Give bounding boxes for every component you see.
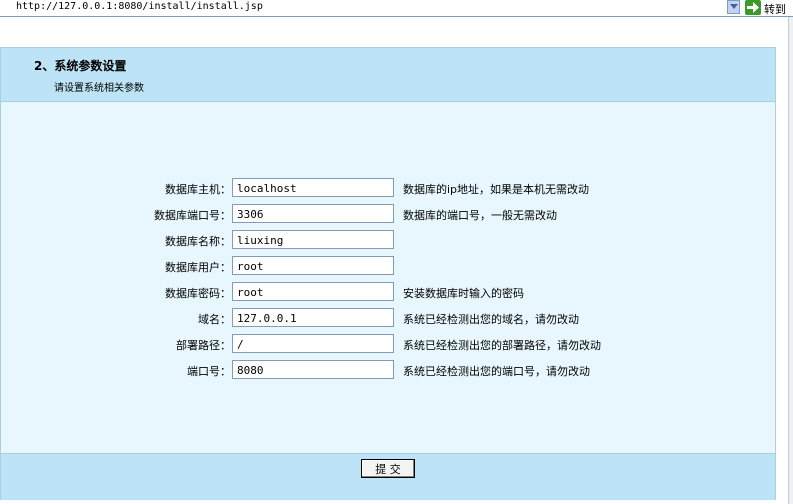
- domain-label: 域名：: [198, 313, 231, 326]
- deploy-path-input[interactable]: [232, 334, 394, 353]
- form-row-db-host: 数据库主机： 数据库的ip地址，如果是本机无需改动: [1, 178, 775, 198]
- db-port-label: 数据库端口号：: [154, 209, 231, 222]
- domain-input[interactable]: [232, 308, 394, 327]
- port-hint: 系统已经检测出您的端口号，请勿改动: [403, 365, 590, 378]
- go-label[interactable]: 转到: [764, 1, 786, 17]
- form-row-deploy-path: 部署路径： 系统已经检测出您的部署路径，请勿改动: [1, 334, 775, 354]
- go-button[interactable]: [745, 0, 761, 15]
- step-subtitle: 请设置系统相关参数: [54, 83, 144, 94]
- db-host-input[interactable]: [232, 178, 394, 197]
- port-input[interactable]: [232, 360, 394, 379]
- db-port-input[interactable]: [232, 204, 394, 223]
- vertical-scrollbar[interactable]: [788, 17, 793, 504]
- deploy-path-hint: 系统已经检测出您的部署路径，请勿改动: [403, 339, 601, 352]
- arrow-right-icon: [747, 2, 759, 13]
- port-label: 端口号：: [187, 365, 231, 378]
- address-bar: http://127.0.0.1:8080/install/install.js…: [0, 0, 793, 17]
- db-name-input[interactable]: [232, 230, 394, 249]
- db-user-label: 数据库用户：: [165, 261, 231, 274]
- submit-button[interactable]: 提 交: [361, 459, 415, 478]
- chevron-down-icon: [730, 4, 738, 9]
- db-host-label: 数据库主机：: [165, 183, 231, 196]
- form-row-port: 端口号： 系统已经检测出您的端口号，请勿改动: [1, 360, 775, 380]
- db-name-label: 数据库名称：: [165, 235, 231, 248]
- domain-hint: 系统已经检测出您的域名，请勿改动: [403, 313, 579, 326]
- db-password-hint: 安装数据库时输入的密码: [403, 287, 524, 300]
- form-row-db-name: 数据库名称：: [1, 230, 775, 250]
- page-top-gap: [0, 17, 793, 47]
- form-row-db-user: 数据库用户：: [1, 256, 775, 276]
- db-user-input[interactable]: [232, 256, 394, 275]
- form-row-db-port: 数据库端口号： 数据库的端口号，一般无需改动: [1, 204, 775, 224]
- form-row-domain: 域名： 系统已经检测出您的域名，请勿改动: [1, 308, 775, 328]
- db-port-hint: 数据库的端口号，一般无需改动: [403, 209, 557, 222]
- form-row-db-password: 数据库密码： 安装数据库时输入的密码: [1, 282, 775, 302]
- step-title: 2、系统参数设置: [34, 59, 127, 73]
- install-panel: 2、系统参数设置 请设置系统相关参数 数据库主机： 数据库的ip地址，如果是本机…: [0, 47, 776, 500]
- db-password-input[interactable]: [232, 282, 394, 301]
- step-header: 2、系统参数设置 请设置系统相关参数: [1, 48, 775, 102]
- address-input[interactable]: http://127.0.0.1:8080/install/install.js…: [16, 1, 263, 12]
- db-host-hint: 数据库的ip地址，如果是本机无需改动: [403, 183, 590, 196]
- form-footer: 提 交: [1, 453, 775, 500]
- db-password-label: 数据库密码：: [165, 287, 231, 300]
- deploy-path-label: 部署路径：: [176, 339, 231, 352]
- address-dropdown-button[interactable]: [727, 0, 740, 14]
